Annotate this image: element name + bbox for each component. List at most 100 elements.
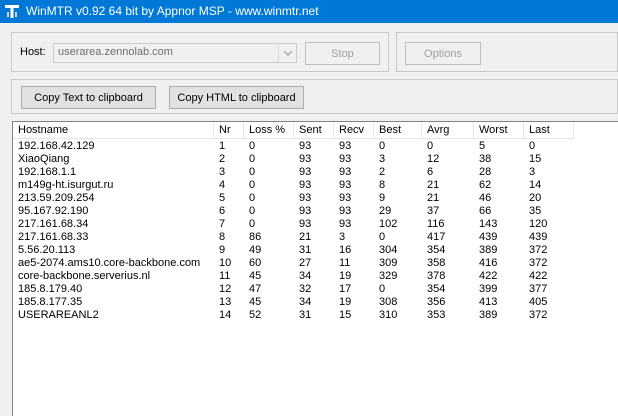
header-loss[interactable]: Loss % [244,122,294,139]
header-avrg[interactable]: Avrg [422,122,474,139]
table-row[interactable]: 213.59.209.254 5 0 93 93 9 21 46 20 [13,192,618,205]
loss-cell: 0 [249,179,256,191]
table-row[interactable]: USERAREANL2 14 52 31 15 310 353 389 372 [13,309,618,322]
table-row[interactable]: 185.8.179.40 12 47 32 17 0 354 399 377 [13,283,618,296]
table-row[interactable]: XiaoQiang 2 0 93 93 3 12 38 15 [13,153,618,166]
title-bar: WinMTR v0.92 64 bit by Appnor MSP - www.… [0,0,618,23]
last-cell: 35 [529,205,542,217]
hostname-cell: 185.8.179.40 [18,283,83,295]
table-row[interactable]: m149g-ht.isurgut.ru 4 0 93 93 8 21 62 14 [13,179,618,192]
hostname-cell: core-backbone.serverius.nl [18,270,151,282]
results-table[interactable]: Hostname Nr Loss % Sent Recv Best Avrg Worst Las… [12,121,618,416]
sent-cell: 21 [299,231,312,243]
hostname-cell: ae5-2074.ams10.core-backbone.com [18,257,201,269]
nr-cell: 4 [219,179,226,191]
sent-cell: 34 [299,296,312,308]
nr-cell: 2 [219,153,226,165]
table-row[interactable]: 217.161.68.33 8 86 21 3 0 417 439 439 [13,231,618,244]
avrg-cell: 6 [427,166,434,178]
last-cell: 372 [529,257,548,269]
recv-cell: 93 [339,218,352,230]
avrg-cell: 353 [427,309,446,321]
last-cell: 422 [529,270,548,282]
header-nr[interactable]: Nr [214,122,244,139]
nr-cell: 8 [219,231,226,243]
hostname-cell: m149g-ht.isurgut.ru [18,179,114,191]
loss-cell: 0 [249,153,256,165]
table-row[interactable]: 217.161.68.34 7 0 93 93 102 116 143 120 [13,218,618,231]
worst-cell: 416 [479,257,498,269]
worst-cell: 439 [479,231,498,243]
header-worst[interactable]: Worst [474,122,524,139]
nr-cell: 13 [219,296,232,308]
worst-cell: 389 [479,244,498,256]
loss-cell: 0 [249,205,256,217]
best-cell: 304 [379,244,398,256]
avrg-cell: 0 [427,140,434,152]
recv-cell: 3 [339,231,346,243]
worst-cell: 38 [479,153,492,165]
best-cell: 0 [379,140,386,152]
last-cell: 405 [529,296,548,308]
hostname-cell: 192.168.1.1 [18,166,77,178]
table-row[interactable]: core-backbone.serverius.nl 11 45 34 19 329 378… [13,270,618,283]
header-last[interactable]: Last [524,122,574,139]
sent-cell: 27 [299,257,312,269]
nr-cell: 14 [219,309,232,321]
hostname-cell: USERAREANL2 [18,309,99,321]
window-title: WinMTR v0.92 64 bit by Appnor MSP - www.… [26,4,319,18]
avrg-cell: 354 [427,244,446,256]
last-cell: 20 [529,192,542,204]
loss-cell: 45 [249,270,262,282]
table-row[interactable]: 5.56.20.113 9 49 31 16 304 354 389 372 [13,244,618,257]
best-cell: 3 [379,153,386,165]
best-cell: 308 [379,296,398,308]
last-cell: 14 [529,179,542,191]
header-best[interactable]: Best [374,122,422,139]
table-row[interactable]: 192.168.42.129 1 0 93 93 0 0 5 0 [13,140,618,153]
worst-cell: 422 [479,270,498,282]
chevron-down-icon[interactable] [278,44,296,62]
header-sent[interactable]: Sent [294,122,334,139]
last-cell: 439 [529,231,548,243]
worst-cell: 62 [479,179,492,191]
avrg-cell: 378 [427,270,446,282]
loss-cell: 49 [249,244,262,256]
header-hostname[interactable]: Hostname [13,122,214,139]
last-cell: 372 [529,309,548,321]
sent-cell: 93 [299,218,312,230]
avrg-cell: 356 [427,296,446,308]
copy-text-button[interactable]: Copy Text to clipboard [21,86,156,109]
loss-cell: 47 [249,283,262,295]
hostname-cell: 5.56.20.113 [18,244,76,256]
last-cell: 3 [529,166,536,178]
host-input[interactable]: userarea.zennolab.com [58,46,173,58]
table-row[interactable]: 95.167.92.190 6 0 93 93 29 37 66 35 [13,205,618,218]
sent-cell: 93 [299,166,312,178]
stop-button[interactable]: Stop [305,42,380,65]
best-cell: 329 [379,270,398,282]
avrg-cell: 21 [427,179,440,191]
avrg-cell: 21 [427,192,440,204]
loss-cell: 0 [249,192,256,204]
nr-cell: 3 [219,166,226,178]
options-button[interactable]: Options [405,42,481,65]
nr-cell: 5 [219,192,226,204]
best-cell: 309 [379,257,398,269]
sent-cell: 31 [299,244,312,256]
recv-cell: 93 [339,166,352,178]
worst-cell: 399 [479,283,498,295]
nr-cell: 12 [219,283,232,295]
copy-html-button[interactable]: Copy HTML to clipboard [169,86,304,109]
table-row[interactable]: 185.8.177.35 13 45 34 19 308 356 413 405 [13,296,618,309]
worst-cell: 5 [479,140,486,152]
worst-cell: 66 [479,205,492,217]
host-combobox[interactable]: userarea.zennolab.com [53,43,297,63]
table-row[interactable]: 192.168.1.1 3 0 93 93 2 6 28 3 [13,166,618,179]
recv-cell: 15 [339,309,352,321]
recv-cell: 11 [339,257,351,269]
table-row[interactable]: ae5-2074.ams10.core-backbone.com 10 60 27 11… [13,257,618,270]
loss-cell: 60 [249,257,262,269]
header-recv[interactable]: Recv [334,122,374,139]
last-cell: 377 [529,283,548,295]
